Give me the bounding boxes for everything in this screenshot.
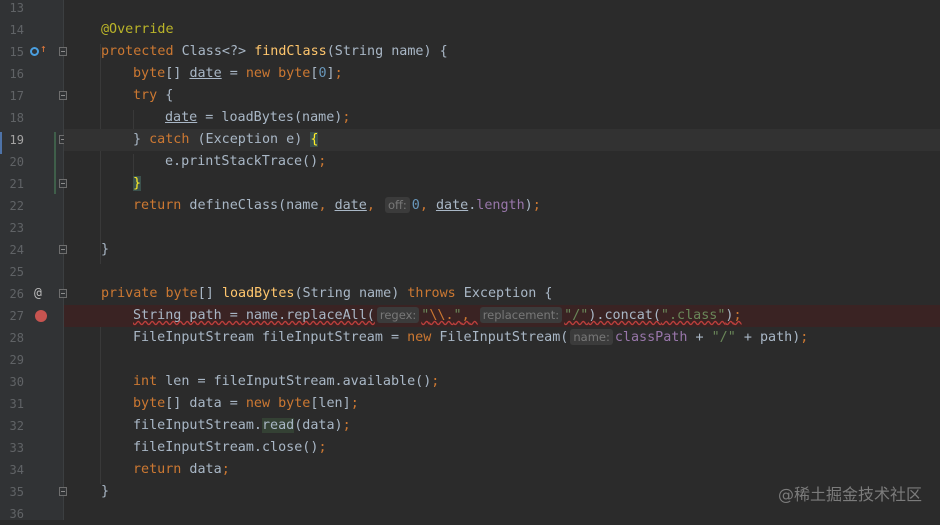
code-editor[interactable]: 13 14 @Override 15 ↑ protected Class<?> … bbox=[0, 0, 940, 521]
code-text: e.printStackTrace(); bbox=[165, 154, 327, 169]
code-line-13[interactable]: 13 bbox=[0, 0, 940, 19]
line-number: 14 bbox=[9, 23, 24, 37]
code-text: } bbox=[133, 176, 142, 191]
line-number: 33 bbox=[9, 441, 24, 455]
line-number: 13 bbox=[9, 1, 24, 15]
line-number: 36 bbox=[9, 507, 24, 521]
code-text: return data; bbox=[133, 462, 230, 477]
code-area[interactable] bbox=[64, 217, 940, 239]
param-hint-name: name: bbox=[570, 329, 613, 345]
code-line-36[interactable]: 36 bbox=[0, 503, 940, 525]
code-line-22[interactable]: 22 return defineClass(name, date, off: 0,… bbox=[0, 195, 940, 217]
code-line-17[interactable]: 17 try { bbox=[0, 85, 940, 107]
code-line-18[interactable]: 18 date = loadBytes(name); bbox=[0, 107, 940, 129]
code-line-25[interactable]: 25 bbox=[0, 261, 940, 283]
line-number: 27 bbox=[9, 309, 24, 323]
line-number: 22 bbox=[9, 199, 24, 213]
param-hint-off: off: bbox=[384, 197, 410, 213]
line-number: 21 bbox=[9, 177, 24, 191]
code-text: try { bbox=[133, 88, 174, 103]
line-number: 30 bbox=[9, 375, 24, 389]
line-number: 19 bbox=[9, 133, 24, 147]
line-number: 32 bbox=[9, 419, 24, 433]
code-area[interactable]: @Override bbox=[64, 19, 940, 41]
code-area[interactable]: byte[] data = new byte[len]; bbox=[64, 393, 940, 415]
code-line-24[interactable]: 24 } bbox=[0, 239, 940, 261]
code-text: } bbox=[101, 484, 110, 499]
line-number: 24 bbox=[9, 243, 24, 257]
annotation-gutter-icon[interactable]: @ bbox=[34, 283, 42, 305]
code-line-21[interactable]: 21 } bbox=[0, 173, 940, 195]
code-line-23[interactable]: 23 bbox=[0, 217, 940, 239]
code-line-19[interactable]: 19 } catch (Exception e) { bbox=[0, 129, 940, 151]
code-area[interactable]: String path = name.replaceAll(regex: "\\.… bbox=[64, 305, 940, 327]
code-area[interactable]: } bbox=[64, 239, 940, 261]
line-number: 18 bbox=[9, 111, 24, 125]
code-area[interactable]: } catch (Exception e) { bbox=[64, 129, 940, 151]
override-arrow-icon[interactable]: ↑ bbox=[40, 43, 47, 55]
code-area[interactable]: int len = fileInputStream.available(); bbox=[64, 371, 940, 393]
code-area[interactable] bbox=[64, 349, 940, 371]
code-text: int len = fileInputStream.available(); bbox=[133, 374, 440, 389]
line-number: 26 bbox=[9, 287, 24, 301]
code-area[interactable]: try { bbox=[64, 85, 940, 107]
code-line-14[interactable]: 14 @Override bbox=[0, 19, 940, 41]
code-area[interactable]: return defineClass(name, date, off: 0, da… bbox=[64, 195, 940, 217]
code-text: return defineClass(name, date, off: 0, da… bbox=[133, 197, 541, 213]
code-area[interactable]: byte[] date = new byte[0]; bbox=[64, 63, 940, 85]
watermark: @稀土掘金技术社区 bbox=[777, 485, 922, 504]
annotation-override: @Override bbox=[101, 22, 174, 37]
code-text: private byte[] loadBytes(String name) th… bbox=[101, 286, 553, 301]
code-text: protected Class<?> findClass(String name… bbox=[101, 44, 448, 59]
code-line-28[interactable]: 28 FileInputStream fileInputStream = new… bbox=[0, 327, 940, 349]
code-area[interactable]: protected Class<?> findClass(String name… bbox=[64, 41, 940, 63]
code-area[interactable]: fileInputStream.close(); bbox=[64, 437, 940, 459]
line-number: 25 bbox=[9, 265, 24, 279]
line-number: 28 bbox=[9, 331, 24, 345]
code-area[interactable]: } bbox=[64, 173, 940, 195]
code-area[interactable]: fileInputStream.read(data); bbox=[64, 415, 940, 437]
param-hint-regex: regex: bbox=[376, 307, 420, 323]
code-line-32[interactable]: 32 fileInputStream.read(data); bbox=[0, 415, 940, 437]
code-line-20[interactable]: 20 e.printStackTrace(); bbox=[0, 151, 940, 173]
line-number: 31 bbox=[9, 397, 24, 411]
line-number: 23 bbox=[9, 221, 24, 235]
code-text: date = loadBytes(name); bbox=[165, 110, 351, 125]
line-number: 16 bbox=[9, 67, 24, 81]
code-area[interactable]: date = loadBytes(name); bbox=[64, 107, 940, 129]
code-text: fileInputStream.read(data); bbox=[133, 418, 351, 433]
line-number: 29 bbox=[9, 353, 24, 367]
param-hint-replacement: replacement: bbox=[479, 307, 563, 323]
code-text: } catch (Exception e) { bbox=[133, 132, 319, 147]
code-area[interactable]: e.printStackTrace(); bbox=[64, 151, 940, 173]
code-area[interactable]: return data; bbox=[64, 459, 940, 481]
code-area[interactable]: private byte[] loadBytes(String name) th… bbox=[64, 283, 940, 305]
code-area[interactable]: FileInputStream fileInputStream = new Fi… bbox=[64, 327, 940, 349]
line-number: 35 bbox=[9, 485, 24, 499]
override-method-icon[interactable] bbox=[30, 47, 39, 56]
line-number: 20 bbox=[9, 155, 24, 169]
code-text: } bbox=[101, 242, 110, 257]
code-line-16[interactable]: 16 byte[] date = new byte[0]; bbox=[0, 63, 940, 85]
code-area[interactable] bbox=[64, 261, 940, 283]
code-line-27[interactable]: 27 String path = name.replaceAll(regex: "… bbox=[0, 305, 940, 327]
code-line-31[interactable]: 31 byte[] data = new byte[len]; bbox=[0, 393, 940, 415]
line-number: 34 bbox=[9, 463, 24, 477]
breakpoint-icon[interactable] bbox=[35, 310, 47, 322]
code-area[interactable] bbox=[64, 0, 940, 19]
line-number: 17 bbox=[9, 89, 24, 103]
code-line-29[interactable]: 29 bbox=[0, 349, 940, 371]
code-line-33[interactable]: 33 fileInputStream.close(); bbox=[0, 437, 940, 459]
code-line-15[interactable]: 15 ↑ protected Class<?> findClass(String… bbox=[0, 41, 940, 63]
code-area[interactable] bbox=[64, 503, 940, 525]
code-text: fileInputStream.close(); bbox=[133, 440, 327, 455]
line-number: 15 bbox=[9, 45, 24, 59]
code-text: byte[] data = new byte[len]; bbox=[133, 396, 359, 411]
code-text: String path = name.replaceAll(regex: "\\.… bbox=[133, 307, 742, 323]
code-text: byte[] date = new byte[0]; bbox=[133, 66, 343, 81]
code-line-34[interactable]: 34 return data; bbox=[0, 459, 940, 481]
code-line-26[interactable]: 26 @ private byte[] loadBytes(String nam… bbox=[0, 283, 940, 305]
code-text: FileInputStream fileInputStream = new Fi… bbox=[133, 329, 809, 345]
code-line-30[interactable]: 30 int len = fileInputStream.available()… bbox=[0, 371, 940, 393]
